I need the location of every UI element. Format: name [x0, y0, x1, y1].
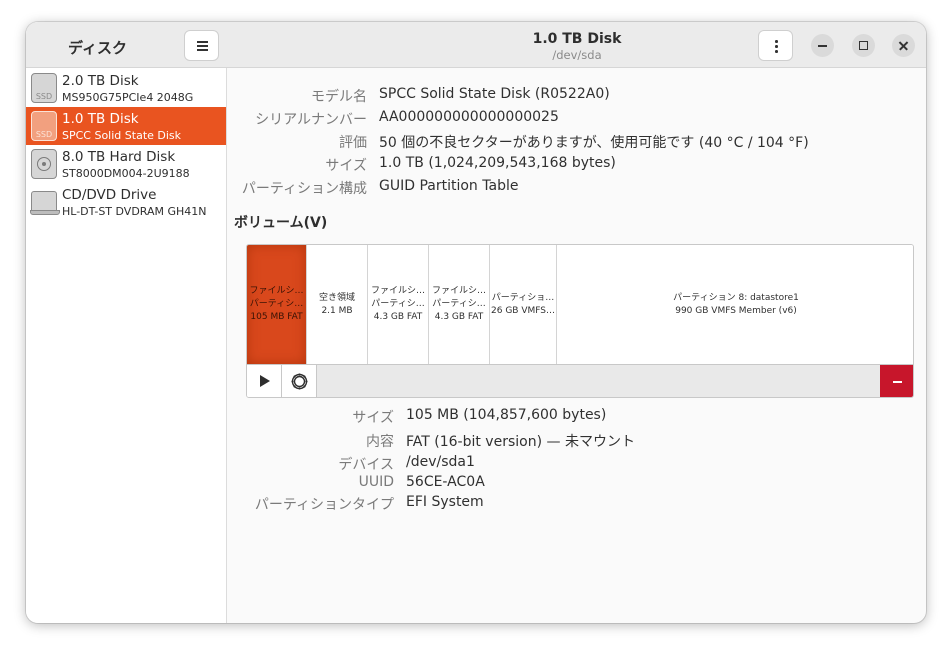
info-label: パーティション構成	[241, 181, 367, 197]
maximize-button[interactable]	[852, 34, 875, 57]
info-value: EFI System	[406, 494, 484, 510]
partition-1[interactable]: ファイルシ… パーティシ… 105 MB FAT	[247, 245, 307, 364]
partition-size: 26 GB VMFS …	[491, 305, 556, 316]
partition-label: ファイルシ…	[370, 286, 425, 296]
partition-map: ファイルシ… パーティシ… 105 MB FAT 空き領域 2.1 MB ファイ…	[247, 245, 913, 364]
disk-name: 2.0 TB Disk	[62, 73, 139, 89]
info-label: 内容	[366, 434, 394, 450]
disk-model: SPCC Solid State Disk	[62, 129, 182, 142]
disk-name: 8.0 TB Hard Disk	[62, 149, 176, 165]
disk-info-model: モデル名 SPCC Solid State Disk (R0522A0)	[227, 86, 610, 106]
mount-button[interactable]	[247, 365, 282, 397]
info-label: シリアルナンバー	[255, 112, 367, 128]
disk-list: SSD 2.0 TB Disk MS950G75PCIe4 2048G SSD …	[26, 69, 226, 221]
info-value: 50 個の不良セクターがありますが、使用可能です (40 °C / 104 °F…	[379, 135, 809, 151]
partition-size: 4.3 GB FAT	[434, 312, 484, 322]
sidebar: ディスク SSD 2.0 TB Disk MS950G75PCIe4 2048G	[26, 22, 227, 623]
disk-model: ST8000DM004-2U9188	[62, 167, 190, 180]
minimize-button[interactable]	[811, 34, 834, 57]
partition-label: ファイルシ…	[431, 286, 486, 296]
partition-4[interactable]: パーティショ… 26 GB VMFS …	[490, 245, 557, 364]
info-value: /dev/sda1	[406, 454, 475, 470]
partition-options-button[interactable]	[282, 365, 317, 397]
partition-size: 4.3 GB FAT	[373, 312, 423, 322]
main-pane: 1.0 TB Disk /dev/sda モデル名 SPCC Solid Sta…	[227, 22, 926, 623]
sidebar-title: ディスク	[68, 39, 127, 57]
disk-menu-button[interactable]	[758, 30, 793, 61]
partition-info-uuid: UUID 56CE-AC0A	[227, 474, 485, 494]
header-bar: 1.0 TB Disk /dev/sda	[227, 22, 926, 68]
info-value: 105 MB (104,857,600 bytes)	[406, 407, 607, 423]
disk-item-cd-dvd[interactable]: CD/DVD Drive HL-DT-ST DVDRAM GH41N	[26, 183, 226, 221]
partition-8[interactable]: パーティション 8: datastore1 990 GB VMFS Member…	[557, 245, 913, 364]
partition-label: パーティシ…	[249, 299, 304, 309]
partition-label: 空き領域	[318, 292, 355, 303]
partition-size: 105 MB FAT	[250, 312, 303, 322]
info-label: サイズ	[352, 410, 394, 426]
disk-info-size: サイズ 1.0 TB (1,024,209,543,168 bytes)	[227, 155, 615, 175]
window-subtitle: /dev/sda	[552, 48, 602, 62]
hdd-icon	[31, 149, 57, 179]
partition-info-device: デバイス /dev/sda1	[227, 454, 474, 474]
window-title: 1.0 TB Disk	[532, 31, 622, 47]
info-value: 1.0 TB (1,024,209,543,168 bytes)	[379, 155, 616, 171]
disks-window: ディスク SSD 2.0 TB Disk MS950G75PCIe4 2048G	[26, 22, 926, 623]
partition-label: パーティショ…	[491, 292, 555, 303]
volumes-heading: ボリューム(V)	[234, 215, 328, 231]
disk-name: 1.0 TB Disk	[62, 111, 139, 127]
info-value: FAT (16-bit version) — 未マウント	[406, 434, 635, 450]
disk-item-1tb[interactable]: SSD 1.0 TB Disk SPCC Solid State Disk	[26, 107, 226, 145]
main-menu-button[interactable]	[184, 30, 219, 61]
info-value: 56CE-AC0A	[406, 474, 485, 490]
disk-info-partitioning: パーティション構成 GUID Partition Table	[227, 178, 519, 198]
volume-grid: ファイルシ… パーティシ… 105 MB FAT 空き領域 2.1 MB ファイ…	[246, 244, 914, 398]
volume-toolbar	[247, 364, 913, 397]
disk-model: MS950G75PCIe4 2048G	[62, 91, 194, 104]
disk-item-2tb[interactable]: SSD 2.0 TB Disk MS950G75PCIe4 2048G	[26, 69, 226, 107]
maximize-icon	[859, 41, 868, 50]
partition-label: パーティション 8: datastore1	[673, 292, 799, 303]
info-label: 評価	[339, 135, 367, 151]
disk-item-8tb[interactable]: 8.0 TB Hard Disk ST8000DM004-2U9188	[26, 145, 226, 183]
info-value: SPCC Solid State Disk (R0522A0)	[379, 86, 610, 102]
info-label: サイズ	[325, 158, 367, 174]
disk-model: HL-DT-ST DVDRAM GH41N	[62, 205, 207, 218]
play-icon	[260, 375, 270, 387]
partition-3[interactable]: ファイルシ… パーティシ… 4.3 GB FAT	[429, 245, 490, 364]
partition-info-type: パーティションタイプ EFI System	[227, 494, 484, 514]
partition-info-size: サイズ 105 MB (104,857,600 bytes)	[227, 407, 606, 427]
partition-label: パーティシ…	[432, 299, 486, 309]
ssd-icon: SSD	[31, 73, 57, 103]
delete-partition-button[interactable]	[880, 365, 913, 397]
disk-info-assessment: 評価 50 個の不良セクターがありますが、使用可能です (40 °C / 104…	[227, 132, 809, 152]
optical-drive-icon	[30, 191, 60, 215]
partition-label: ファイルシ…	[249, 286, 304, 296]
info-label: UUID	[358, 474, 394, 490]
info-label: モデル名	[311, 89, 367, 105]
partition-size: 2.1 MB	[321, 305, 353, 316]
partition-size: 990 GB VMFS Member (v6)	[675, 305, 797, 316]
info-value: GUID Partition Table	[379, 178, 519, 194]
ssd-icon: SSD	[31, 111, 57, 141]
partition-2[interactable]: ファイルシ… パーティシ… 4.3 GB FAT	[368, 245, 429, 364]
info-label: パーティションタイプ	[254, 497, 394, 513]
gear-icon	[291, 373, 308, 390]
free-space[interactable]: 空き領域 2.1 MB	[307, 245, 368, 364]
partition-info-contents: 内容 FAT (16-bit version) — 未マウント	[227, 431, 635, 451]
disk-name: CD/DVD Drive	[62, 187, 157, 203]
close-button[interactable]	[892, 34, 915, 57]
minus-icon	[893, 381, 902, 383]
info-label: デバイス	[338, 457, 394, 473]
info-value: AA000000000000000025	[379, 109, 559, 125]
partition-label: パーティシ…	[371, 299, 425, 309]
disk-info-serial: シリアルナンバー AA000000000000000025	[227, 109, 559, 129]
minimize-icon	[818, 45, 827, 47]
sidebar-header: ディスク	[26, 22, 227, 68]
